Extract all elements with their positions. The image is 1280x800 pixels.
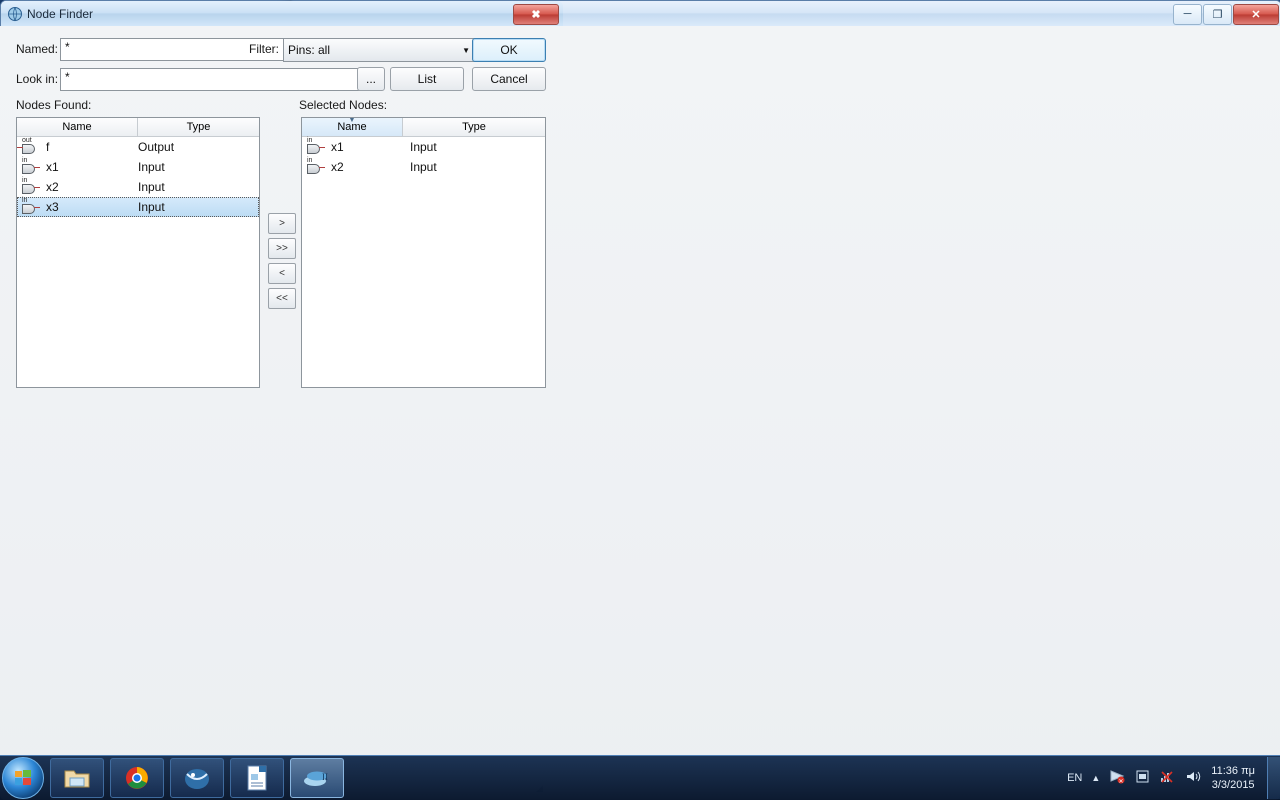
input-pin-icon: in [305,157,327,174]
filter-label: Filter: [249,42,279,56]
node-name: x1 [46,160,59,174]
language-indicator[interactable]: EN [1067,772,1082,784]
clock-time: 11:36 πμ [1211,765,1255,777]
selected-nodes-label: Selected Nodes: [299,98,388,112]
taskbar-thunderbird[interactable] [170,758,224,798]
speaker-icon[interactable] [1185,769,1202,787]
clock-date: 3/3/2015 [1211,779,1255,791]
node-finder-icon [7,6,23,22]
list-item[interactable]: in x2 Input [302,157,545,177]
node-name: x1 [331,140,344,154]
list-item[interactable]: out f Output [17,137,259,157]
node-type: Input [410,160,437,174]
node-name: f [46,140,50,154]
column-type[interactable]: Type [402,118,545,136]
column-name[interactable]: Name [17,118,137,136]
taskbar[interactable]: II EN ▲ ✕ 11:36 πμ 3/3/2015 [0,755,1280,800]
sort-arrow-icon: ▼ [348,117,356,124]
node-finder-titlebar[interactable]: Node Finder ✖ [1,1,563,27]
add-selected-button[interactable]: > [268,213,296,234]
output-pin-icon: out [17,137,42,154]
input-pin-icon: in [20,157,42,174]
node-type: Input [138,160,165,174]
node-name: x3 [46,200,59,214]
filter-selected-value: Pins: all [288,43,331,57]
writer-close-button[interactable]: ✕ [1233,3,1279,25]
named-label: Named: [16,42,59,56]
node-type: Output [138,140,175,154]
list-item[interactable]: in x1 Input [302,137,545,157]
browse-button[interactable]: ... [357,67,385,91]
node-finder-close-button[interactable]: ✖ [513,3,559,25]
taskbar-chrome[interactable] [110,758,164,798]
nodes-found-label: Nodes Found: [16,98,92,112]
remove-selected-button[interactable]: < [268,263,296,284]
clock[interactable]: 11:36 πμ 3/3/2015 [1211,764,1255,792]
chevron-down-icon: ▼ [462,45,470,55]
network-icon[interactable]: ✕ [1109,769,1126,787]
list-item[interactable]: in x2 Input [17,177,259,197]
node-name: x2 [331,160,344,174]
taskbar-explorer[interactable] [50,758,104,798]
volume-mute-icon[interactable] [1159,769,1176,787]
show-hidden-icons-arrow[interactable]: ▲ [1091,773,1100,783]
node-name: x2 [46,180,59,194]
writer-maximize-button[interactable]: ❐ [1203,3,1232,25]
lookin-input[interactable]: * [60,68,360,91]
node-type: Input [410,140,437,154]
lookin-label: Look in: [16,72,59,86]
column-name[interactable]: ▼ Name [302,118,402,136]
nodes-found-header[interactable]: Name Type [17,118,259,137]
action-center-icon[interactable] [1135,769,1150,787]
writer-window-buttons[interactable]: ─ ❐ ✕ [1173,3,1279,25]
nodes-found-list[interactable]: Name Type out f Output in x1 Input in x2… [16,117,260,388]
remove-all-button[interactable]: << [268,288,296,309]
input-pin-icon: in [305,137,327,154]
list-item-selected[interactable]: in x3 Input [17,197,259,217]
svg-text:II: II [322,772,328,782]
ok-button[interactable]: OK [472,38,546,62]
column-type[interactable]: Type [137,118,259,136]
show-desktop-button[interactable] [1267,757,1280,799]
filter-select[interactable]: Pins: all ▼ [283,38,475,62]
taskbar-quartus[interactable]: II [290,758,344,798]
add-all-button[interactable]: >> [268,238,296,259]
writer-minimize-button[interactable]: ─ [1173,3,1202,25]
system-tray[interactable]: EN ▲ ✕ 11:36 πμ 3/3/2015 [1067,764,1261,792]
selected-nodes-header[interactable]: ▼ Name Type [302,118,545,137]
input-pin-icon: in [20,197,42,214]
list-item[interactable]: in x1 Input [17,157,259,177]
node-finder-title-text: Node Finder [27,7,94,21]
node-type: Input [138,180,165,194]
svg-text:✕: ✕ [1119,779,1124,784]
taskbar-libreoffice[interactable] [230,758,284,798]
list-button[interactable]: List [390,67,464,91]
node-type: Input [138,200,165,214]
node-finder-dialog[interactable]: Node Finder ✖ Named: * Filter: Pins: all… [0,0,1280,800]
input-pin-icon: in [20,177,42,194]
start-button[interactable] [2,757,44,799]
selected-nodes-list[interactable]: ▼ Name Type in x1 Input in x2 Input [301,117,546,388]
cancel-button[interactable]: Cancel [472,67,546,91]
node-finder-body: Named: * Filter: Pins: all ▼ OK Look in:… [0,26,1280,800]
